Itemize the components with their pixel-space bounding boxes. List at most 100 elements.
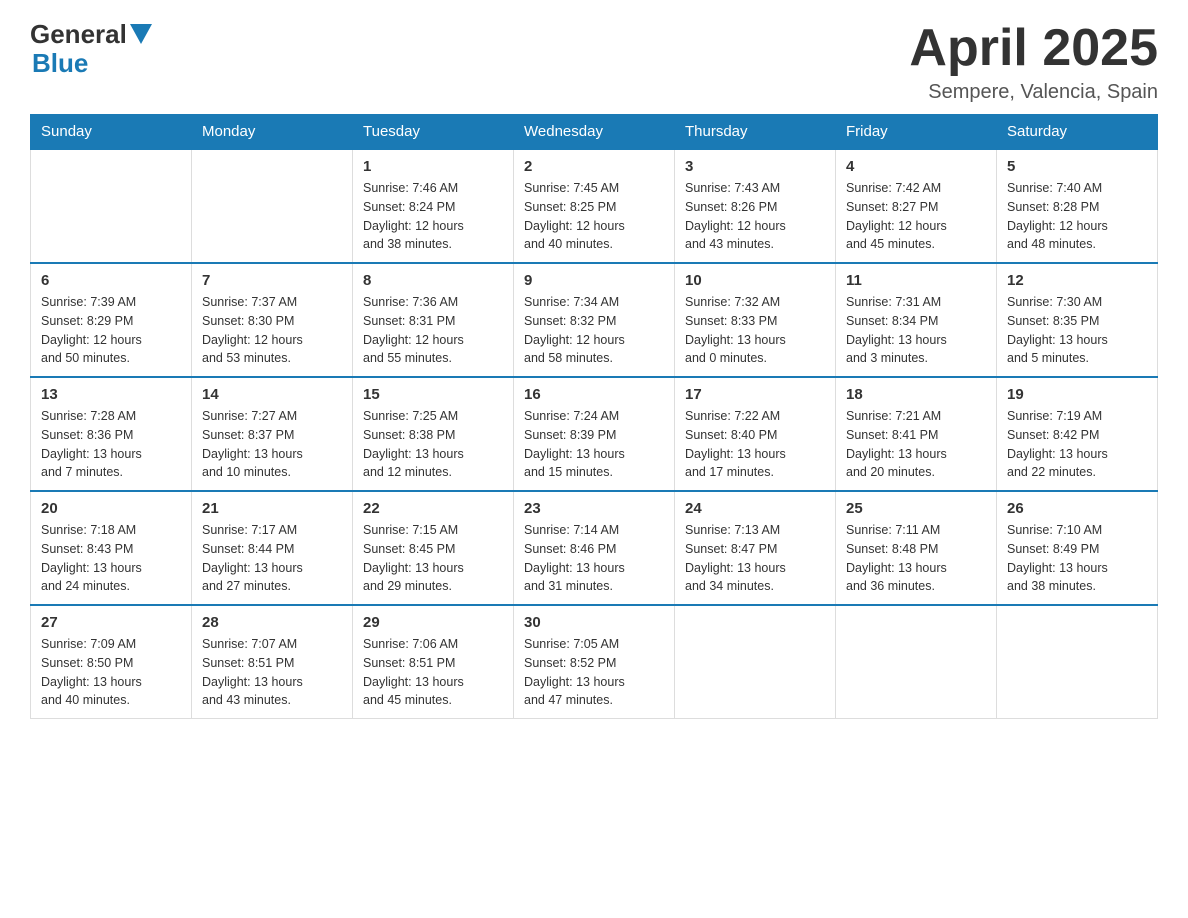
day-number: 30 bbox=[524, 614, 664, 631]
day-number: 13 bbox=[41, 386, 181, 403]
day-info: Sunrise: 7:21 AM Sunset: 8:41 PM Dayligh… bbox=[846, 407, 986, 482]
day-info: Sunrise: 7:28 AM Sunset: 8:36 PM Dayligh… bbox=[41, 407, 181, 482]
calendar-cell: 10 Sunrise: 7:32 AM Sunset: 8:33 PM Dayli… bbox=[675, 263, 836, 377]
day-info: Sunrise: 7:45 AM Sunset: 8:25 PM Dayligh… bbox=[524, 179, 664, 254]
day-number: 6 bbox=[41, 272, 181, 289]
calendar-week-row: 27Sunrise: 7:09 AM Sunset: 8:50 PM Dayli… bbox=[31, 605, 1158, 719]
day-info: Sunrise: 7:30 AM Sunset: 8:35 PM Dayligh… bbox=[1007, 293, 1147, 368]
day-info: Sunrise: 7:18 AM Sunset: 8:43 PM Dayligh… bbox=[41, 521, 181, 596]
day-info: Sunrise: 7:42 AM Sunset: 8:27 PM Dayligh… bbox=[846, 179, 986, 254]
calendar-cell: 1 Sunrise: 7:46 AM Sunset: 8:24 PM Daylig… bbox=[353, 149, 514, 263]
calendar-cell: 7 Sunrise: 7:37 AM Sunset: 8:30 PM Daylig… bbox=[192, 263, 353, 377]
calendar-cell: 28 Sunrise: 7:07 AM Sunset: 8:51 PM Dayli… bbox=[192, 605, 353, 719]
day-info: Sunrise: 7:13 AM Sunset: 8:47 PM Dayligh… bbox=[685, 521, 825, 596]
calendar-cell: 30 Sunrise: 7:05 AM Sunset: 8:52 PM Dayli… bbox=[514, 605, 675, 719]
month-title: April 2025 bbox=[909, 20, 1158, 77]
calendar-cell: 13 Sunrise: 7:28 AM Sunset: 8:36 PM Dayli… bbox=[31, 377, 192, 491]
day-info: Sunrise: 7:25 AM Sunset: 8:38 PM Dayligh… bbox=[363, 407, 503, 482]
day-number: 11 bbox=[846, 272, 986, 289]
day-number: 28 bbox=[202, 614, 342, 631]
calendar-cell: 17 Sunrise: 7:22 AM Sunset: 8:40 PM Dayli… bbox=[675, 377, 836, 491]
column-header-saturday: Saturday bbox=[997, 115, 1158, 150]
day-info: Sunrise: 7:19 AM Sunset: 8:42 PM Dayligh… bbox=[1007, 407, 1147, 482]
day-info: Sunrise: 7:15 AM Sunset: 8:45 PM Dayligh… bbox=[363, 521, 503, 596]
day-info: Sunrise: 7:34 AM Sunset: 8:32 PM Dayligh… bbox=[524, 293, 664, 368]
day-info: Sunrise: 7:32 AM Sunset: 8:33 PM Dayligh… bbox=[685, 293, 825, 368]
day-number: 23 bbox=[524, 500, 664, 517]
calendar-cell bbox=[675, 605, 836, 719]
day-info: Sunrise: 7:43 AM Sunset: 8:26 PM Dayligh… bbox=[685, 179, 825, 254]
calendar-cell: 27Sunrise: 7:09 AM Sunset: 8:50 PM Dayli… bbox=[31, 605, 192, 719]
day-number: 20 bbox=[41, 500, 181, 517]
calendar-cell: 23 Sunrise: 7:14 AM Sunset: 8:46 PM Dayli… bbox=[514, 491, 675, 605]
calendar-cell: 18 Sunrise: 7:21 AM Sunset: 8:41 PM Dayli… bbox=[836, 377, 997, 491]
day-info: Sunrise: 7:40 AM Sunset: 8:28 PM Dayligh… bbox=[1007, 179, 1147, 254]
location-title: Sempere, Valencia, Spain bbox=[909, 81, 1158, 104]
day-info: Sunrise: 7:46 AM Sunset: 8:24 PM Dayligh… bbox=[363, 179, 503, 254]
day-info: Sunrise: 7:37 AM Sunset: 8:30 PM Dayligh… bbox=[202, 293, 342, 368]
calendar-cell: 4 Sunrise: 7:42 AM Sunset: 8:27 PM Daylig… bbox=[836, 149, 997, 263]
logo-blue-text: Blue bbox=[32, 49, 88, 78]
calendar-cell: 19 Sunrise: 7:19 AM Sunset: 8:42 PM Dayli… bbox=[997, 377, 1158, 491]
day-number: 27 bbox=[41, 614, 181, 631]
calendar-cell: 6 Sunrise: 7:39 AM Sunset: 8:29 PM Daylig… bbox=[31, 263, 192, 377]
day-number: 1 bbox=[363, 158, 503, 175]
day-number: 10 bbox=[685, 272, 825, 289]
day-number: 25 bbox=[846, 500, 986, 517]
day-info: Sunrise: 7:36 AM Sunset: 8:31 PM Dayligh… bbox=[363, 293, 503, 368]
calendar-cell: 5 Sunrise: 7:40 AM Sunset: 8:28 PM Daylig… bbox=[997, 149, 1158, 263]
day-number: 3 bbox=[685, 158, 825, 175]
calendar-cell: 11 Sunrise: 7:31 AM Sunset: 8:34 PM Dayli… bbox=[836, 263, 997, 377]
day-info: Sunrise: 7:11 AM Sunset: 8:48 PM Dayligh… bbox=[846, 521, 986, 596]
calendar-cell: 29 Sunrise: 7:06 AM Sunset: 8:51 PM Dayli… bbox=[353, 605, 514, 719]
day-number: 7 bbox=[202, 272, 342, 289]
calendar-cell bbox=[192, 149, 353, 263]
day-number: 14 bbox=[202, 386, 342, 403]
calendar-week-row: 1 Sunrise: 7:46 AM Sunset: 8:24 PM Daylig… bbox=[31, 149, 1158, 263]
day-info: Sunrise: 7:22 AM Sunset: 8:40 PM Dayligh… bbox=[685, 407, 825, 482]
calendar-cell: 26 Sunrise: 7:10 AM Sunset: 8:49 PM Dayli… bbox=[997, 491, 1158, 605]
day-number: 17 bbox=[685, 386, 825, 403]
day-number: 9 bbox=[524, 272, 664, 289]
column-header-friday: Friday bbox=[836, 115, 997, 150]
day-number: 26 bbox=[1007, 500, 1147, 517]
title-block: April 2025 Sempere, Valencia, Spain bbox=[909, 20, 1158, 104]
day-info: Sunrise: 7:10 AM Sunset: 8:49 PM Dayligh… bbox=[1007, 521, 1147, 596]
day-info: Sunrise: 7:39 AM Sunset: 8:29 PM Dayligh… bbox=[41, 293, 181, 368]
day-number: 24 bbox=[685, 500, 825, 517]
calendar-cell bbox=[836, 605, 997, 719]
day-number: 4 bbox=[846, 158, 986, 175]
day-number: 12 bbox=[1007, 272, 1147, 289]
day-info: Sunrise: 7:06 AM Sunset: 8:51 PM Dayligh… bbox=[363, 635, 503, 710]
day-number: 19 bbox=[1007, 386, 1147, 403]
calendar-cell: 21Sunrise: 7:17 AM Sunset: 8:44 PM Dayli… bbox=[192, 491, 353, 605]
calendar-cell: 14 Sunrise: 7:27 AM Sunset: 8:37 PM Dayli… bbox=[192, 377, 353, 491]
logo-triangle-icon bbox=[130, 24, 152, 46]
logo-general-text: General bbox=[30, 20, 127, 49]
calendar-cell: 9 Sunrise: 7:34 AM Sunset: 8:32 PM Daylig… bbox=[514, 263, 675, 377]
day-info: Sunrise: 7:31 AM Sunset: 8:34 PM Dayligh… bbox=[846, 293, 986, 368]
day-number: 18 bbox=[846, 386, 986, 403]
day-number: 8 bbox=[363, 272, 503, 289]
day-info: Sunrise: 7:27 AM Sunset: 8:37 PM Dayligh… bbox=[202, 407, 342, 482]
day-number: 2 bbox=[524, 158, 664, 175]
column-header-tuesday: Tuesday bbox=[353, 115, 514, 150]
day-info: Sunrise: 7:05 AM Sunset: 8:52 PM Dayligh… bbox=[524, 635, 664, 710]
day-number: 22 bbox=[363, 500, 503, 517]
day-number: 5 bbox=[1007, 158, 1147, 175]
day-info: Sunrise: 7:14 AM Sunset: 8:46 PM Dayligh… bbox=[524, 521, 664, 596]
calendar-cell: 3 Sunrise: 7:43 AM Sunset: 8:26 PM Daylig… bbox=[675, 149, 836, 263]
calendar-cell: 20 Sunrise: 7:18 AM Sunset: 8:43 PM Dayli… bbox=[31, 491, 192, 605]
calendar-header-row: SundayMondayTuesdayWednesdayThursdayFrid… bbox=[31, 115, 1158, 150]
calendar-cell: 22 Sunrise: 7:15 AM Sunset: 8:45 PM Dayli… bbox=[353, 491, 514, 605]
day-info: Sunrise: 7:07 AM Sunset: 8:51 PM Dayligh… bbox=[202, 635, 342, 710]
day-info: Sunrise: 7:24 AM Sunset: 8:39 PM Dayligh… bbox=[524, 407, 664, 482]
day-number: 29 bbox=[363, 614, 503, 631]
column-header-monday: Monday bbox=[192, 115, 353, 150]
calendar-cell bbox=[31, 149, 192, 263]
calendar-cell: 24 Sunrise: 7:13 AM Sunset: 8:47 PM Dayli… bbox=[675, 491, 836, 605]
calendar-cell bbox=[997, 605, 1158, 719]
calendar-cell: 2 Sunrise: 7:45 AM Sunset: 8:25 PM Daylig… bbox=[514, 149, 675, 263]
calendar-cell: 16Sunrise: 7:24 AM Sunset: 8:39 PM Dayli… bbox=[514, 377, 675, 491]
page-header: General Blue April 2025 Sempere, Valenci… bbox=[30, 20, 1158, 104]
